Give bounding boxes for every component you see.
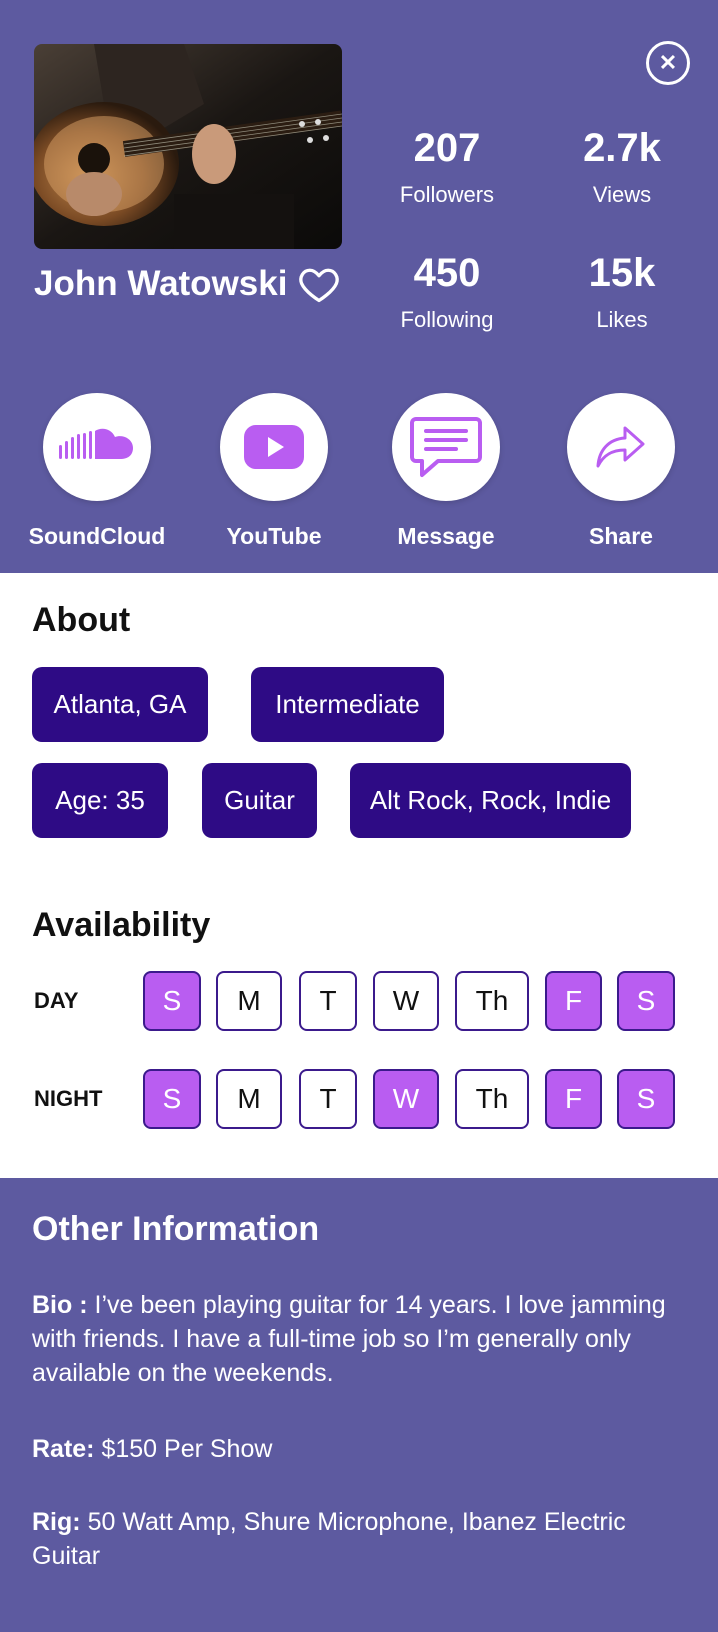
close-button[interactable]: ✕	[646, 41, 690, 85]
soundcloud-label: SoundCloud	[28, 523, 166, 549]
day-row-label: DAY	[34, 988, 79, 1013]
soundcloud-icon	[59, 428, 133, 459]
rate-text: Rate: $150 Per Show	[32, 1432, 682, 1466]
tag-age: Age: 35	[32, 763, 168, 838]
other-information-heading: Other Information	[32, 1210, 320, 1248]
tag-skill-level: Intermediate	[251, 667, 444, 742]
bio-text: Bio : I’ve been playing guitar for 14 ye…	[32, 1288, 682, 1390]
youtube-circle	[220, 393, 328, 501]
favorite-button[interactable]	[297, 262, 341, 306]
tag-genres: Alt Rock, Rock, Indie	[350, 763, 631, 838]
night-row-label: NIGHT	[34, 1086, 103, 1111]
profile-photo	[34, 44, 342, 249]
bio-value: I’ve been playing guitar for 14 years. I…	[32, 1291, 666, 1387]
share-circle	[567, 393, 675, 501]
night-wednesday-toggle[interactable]: W	[373, 1069, 439, 1129]
followers-label: Followers	[399, 182, 495, 207]
following-count: 450	[413, 251, 481, 295]
night-monday-toggle[interactable]: M	[216, 1069, 282, 1129]
rig-value: 50 Watt Amp, Shure Microphone, Ibanez El…	[32, 1508, 626, 1570]
soundcloud-button[interactable]: SoundCloud	[12, 393, 182, 551]
likes-label: Likes	[596, 307, 648, 332]
profile-header: ✕ John Watowski 207 Followers 2.7k Views…	[0, 0, 718, 573]
bio-label: Bio :	[32, 1291, 88, 1319]
youtube-icon	[244, 425, 304, 469]
views-count: 2.7k	[583, 126, 661, 170]
rig-text: Rig: 50 Watt Amp, Shure Microphone, Iban…	[32, 1505, 682, 1573]
night-sunday-toggle[interactable]: S	[143, 1069, 201, 1129]
night-friday-toggle[interactable]: F	[545, 1069, 602, 1129]
profile-name: John Watowski	[34, 264, 288, 303]
other-information-section: Other Information Bio : I’ve been playin…	[0, 1178, 718, 1632]
followers-count: 207	[413, 126, 481, 170]
message-circle	[392, 393, 500, 501]
day-tuesday-toggle[interactable]: T	[299, 971, 357, 1031]
stat-followers[interactable]: 207 Followers	[357, 124, 537, 210]
message-icon	[410, 417, 482, 477]
day-saturday-toggle[interactable]: S	[617, 971, 675, 1031]
youtube-button[interactable]: YouTube	[189, 393, 359, 551]
tag-instrument: Guitar	[202, 763, 317, 838]
close-icon: ✕	[658, 50, 678, 75]
night-thursday-toggle[interactable]: Th	[455, 1069, 529, 1129]
share-icon	[596, 426, 645, 468]
share-label: Share	[589, 523, 653, 549]
following-label: Following	[400, 307, 494, 332]
youtube-label: YouTube	[226, 523, 322, 549]
night-tuesday-toggle[interactable]: T	[299, 1069, 357, 1129]
likes-count: 15k	[588, 251, 656, 295]
message-label: Message	[397, 523, 495, 549]
availability-heading: Availability	[32, 906, 211, 944]
rate-label: Rate:	[32, 1435, 95, 1463]
night-saturday-toggle[interactable]: S	[617, 1069, 675, 1129]
message-button[interactable]: Message	[361, 393, 531, 551]
rate-value: $150 Per Show	[101, 1435, 273, 1463]
views-label: Views	[592, 182, 652, 207]
tag-location: Atlanta, GA	[32, 667, 208, 742]
stat-likes: 15k Likes	[532, 249, 712, 335]
stat-views: 2.7k Views	[532, 124, 712, 210]
stat-following[interactable]: 450 Following	[357, 249, 537, 335]
rig-label: Rig:	[32, 1508, 81, 1536]
soundcloud-circle	[43, 393, 151, 501]
day-monday-toggle[interactable]: M	[216, 971, 282, 1031]
day-sunday-toggle[interactable]: S	[143, 971, 201, 1031]
day-friday-toggle[interactable]: F	[545, 971, 602, 1031]
about-section: About Atlanta, GA Intermediate Age: 35 G…	[0, 573, 718, 1178]
heart-icon	[299, 268, 339, 303]
about-heading: About	[32, 601, 131, 639]
share-button[interactable]: Share	[536, 393, 706, 551]
day-thursday-toggle[interactable]: Th	[455, 971, 529, 1031]
day-wednesday-toggle[interactable]: W	[373, 971, 439, 1031]
